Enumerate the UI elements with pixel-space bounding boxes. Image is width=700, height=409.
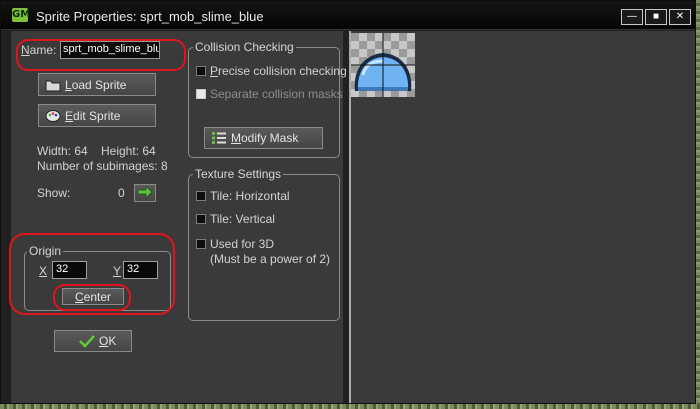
subimages-label: Number of subimages: 8 [37, 159, 168, 173]
precise-collision-checkbox[interactable] [196, 66, 206, 76]
load-sprite-label: Load Sprite [65, 77, 127, 92]
precise-collision-label: Precise collision checking [210, 64, 347, 78]
texture-legend: Texture Settings [193, 167, 284, 181]
used-for-3d-checkbox[interactable] [196, 239, 206, 249]
close-button[interactable]: ✕ [669, 9, 691, 25]
annotation-circle-center [53, 284, 131, 311]
width-label: Width: 64 [37, 144, 88, 158]
modify-mask-button[interactable]: Modify Mask [204, 127, 323, 149]
window-title: Sprite Properties: sprt_mob_slime_blue [36, 9, 264, 24]
sprite-preview-image [351, 33, 415, 97]
edit-sprite-button[interactable]: Edit Sprite [38, 104, 156, 127]
show-value: 0 [118, 186, 125, 200]
modify-mask-label: Modify Mask [231, 131, 299, 145]
sprite-properties-window: GM Sprite Properties: sprt_mob_slime_blu… [0, 0, 696, 404]
app-icon: GM [12, 8, 31, 22]
height-label: Height: 64 [101, 144, 156, 158]
tile-horizontal-checkbox[interactable] [196, 191, 206, 201]
collision-legend: Collision Checking [193, 40, 296, 54]
list-mask-icon [211, 131, 227, 145]
tile-vertical-checkbox[interactable] [196, 214, 206, 224]
paint-palette-icon [45, 109, 61, 123]
title-bar[interactable]: GM Sprite Properties: sprt_mob_slime_blu… [1, 1, 695, 30]
checkmark-icon [79, 334, 95, 348]
show-label: Show: [37, 186, 71, 200]
used-for-3d-label: Used for 3D [210, 237, 275, 251]
edit-sprite-label: Edit Sprite [65, 108, 121, 123]
ok-button[interactable]: OK [54, 330, 132, 352]
load-sprite-button[interactable]: Load Sprite [38, 73, 156, 96]
maximize-button[interactable]: ■ [645, 9, 667, 25]
annotation-circle-name [16, 39, 186, 71]
next-subimage-button[interactable] [134, 184, 156, 202]
used-for-3d-note: (Must be a power of 2) [210, 252, 331, 266]
window-controls: — ■ ✕ [621, 9, 693, 25]
ok-label: OK [99, 334, 117, 348]
tile-horizontal-label: Tile: Horizontal [210, 189, 290, 203]
separate-masks-checkbox[interactable] [196, 89, 206, 99]
arrow-right-icon [137, 184, 153, 201]
minimize-button[interactable]: — [621, 9, 643, 25]
separate-masks-label: Separate collision masks [210, 87, 343, 101]
folder-icon [45, 78, 61, 92]
tile-vertical-label: Tile: Vertical [210, 212, 275, 226]
